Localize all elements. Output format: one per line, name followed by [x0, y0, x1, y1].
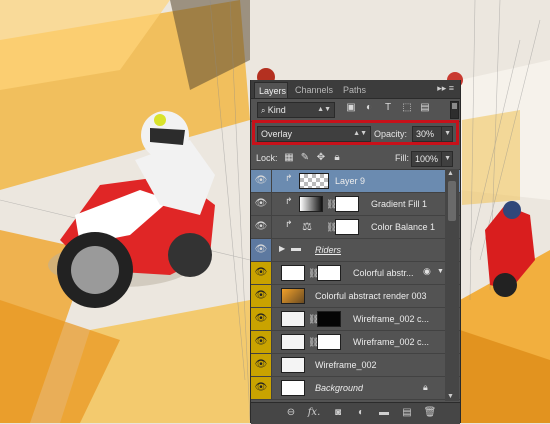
- trash-icon[interactable]: 🗑︎: [423, 407, 437, 419]
- filter-kind-dropdown[interactable]: ⌕ Kind ▲▼: [257, 102, 335, 118]
- smart-filter-icon: ◉: [423, 266, 431, 276]
- visibility-eye-icon[interactable]: 👁︎: [251, 262, 272, 284]
- lock-all-icon[interactable]: 🔒︎: [331, 152, 343, 164]
- layer-row-layer-9[interactable]: 👁︎ ↱ Layer 9: [251, 170, 460, 193]
- new-group-icon[interactable]: ▬: [377, 407, 391, 419]
- layer-row-color-balance[interactable]: 👁︎ ↱ ⚖︎ ⛓︎ Color Balance 1: [251, 216, 460, 239]
- visibility-eye-icon[interactable]: 👁︎: [251, 193, 272, 215]
- tab-channels[interactable]: Channels: [291, 82, 337, 98]
- layer-name: Background: [315, 383, 364, 393]
- visibility-eye-icon[interactable]: 👁︎: [251, 377, 272, 399]
- clipping-arrow-icon: ↱: [285, 173, 293, 183]
- layer-thumbnail: [281, 380, 305, 396]
- lock-label: Lock:: [256, 153, 278, 163]
- gradient-thumbnail: [299, 196, 323, 212]
- chevron-down-icon[interactable]: ▼: [437, 268, 444, 275]
- chevron-down-icon: ▼: [444, 155, 451, 162]
- smart-object-filter-icon[interactable]: ▤: [419, 102, 431, 114]
- add-mask-icon[interactable]: ◙: [331, 407, 345, 419]
- layer-row-colorful-abstract-smart[interactable]: 👁︎ ⛓︎ Colorful abstr... ◉ ▼: [251, 262, 460, 285]
- layer-row-wireframe-copy-2[interactable]: 👁︎ ⛓︎ Wireframe_002 c...: [251, 331, 460, 354]
- filter-toggle-switch[interactable]: [450, 101, 459, 119]
- lock-paint-icon[interactable]: ✎: [299, 152, 311, 164]
- layer-mask-thumbnail: [317, 311, 341, 327]
- type-filter-icon[interactable]: T: [382, 102, 394, 114]
- scroll-thumb[interactable]: [448, 181, 456, 221]
- search-icon: ⌕: [261, 106, 268, 115]
- fill-label: Fill:: [395, 153, 409, 163]
- layer-thumbnail: [281, 288, 305, 304]
- lock-icon: 🔒︎: [423, 382, 428, 392]
- layer-mask-thumbnail: [317, 334, 341, 350]
- visibility-eye-icon[interactable]: 👁︎: [251, 308, 272, 330]
- color-balance-icon: ⚖︎: [302, 221, 312, 233]
- pixel-filter-icon[interactable]: ▣: [345, 102, 357, 114]
- clipping-arrow-icon: ↱: [285, 219, 293, 229]
- highlight-annotation-box: [252, 120, 459, 145]
- visibility-eye-icon[interactable]: 👁︎: [251, 354, 272, 376]
- layer-row-wireframe-copy-1[interactable]: 👁︎ ⛓︎ Wireframe_002 c...: [251, 308, 460, 331]
- scroll-up-icon[interactable]: ▲: [447, 170, 454, 177]
- visibility-eye-icon[interactable]: 👁︎: [251, 285, 272, 307]
- expand-triangle-icon[interactable]: ▶: [279, 244, 285, 253]
- layer-name: Wireframe_002 c...: [353, 337, 430, 347]
- link-chain-icon[interactable]: ⛓︎: [326, 220, 337, 234]
- link-layers-icon[interactable]: ⊖: [284, 407, 298, 419]
- adjustment-filter-icon[interactable]: ◐: [363, 102, 375, 114]
- layer-row-wireframe[interactable]: 👁︎ Wireframe_002: [251, 354, 460, 377]
- layer-row-background[interactable]: 👁︎ Background 🔒︎: [251, 377, 460, 400]
- double-chevron-menu-icon[interactable]: ▸▸ ≡: [437, 83, 454, 94]
- visibility-eye-icon[interactable]: 👁︎: [251, 216, 272, 238]
- new-adjustment-icon[interactable]: ◐: [354, 407, 368, 419]
- layer-mask-thumbnail: [335, 219, 359, 235]
- layer-name: Gradient Fill 1: [371, 199, 428, 209]
- layer-name: Riders: [315, 245, 342, 255]
- folder-icon: ▬: [291, 243, 301, 254]
- layers-panel: Layers Channels Paths ▸▸ ≡ ⌕ Kind ▲▼ ▣ ◐…: [250, 80, 461, 424]
- layer-name: Colorful abstract render 003: [315, 291, 427, 301]
- tab-paths[interactable]: Paths: [339, 82, 371, 98]
- fill-slider-button[interactable]: ▼: [441, 151, 453, 167]
- layer-name: Wireframe_002 c...: [353, 314, 430, 324]
- layer-thumbnail: [281, 357, 305, 373]
- fx-icon[interactable]: fx.: [307, 407, 321, 419]
- tab-layers[interactable]: Layers: [254, 82, 288, 98]
- layer-thumbnail: [299, 173, 329, 189]
- panel-tab-bar: Layers Channels Paths ▸▸ ≡: [251, 80, 460, 99]
- layer-thumbnail: [281, 311, 305, 327]
- layer-name: Colorful abstr...: [353, 268, 414, 278]
- layer-thumbnail: [281, 265, 305, 281]
- dropdown-arrow-icon: ▲▼: [317, 106, 331, 113]
- layer-name: Wireframe_002: [315, 360, 377, 370]
- link-chain-icon[interactable]: ⛓︎: [308, 312, 319, 326]
- scroll-down-icon[interactable]: ▼: [447, 393, 454, 400]
- layer-mask-thumbnail: [335, 196, 359, 212]
- layer-name: Layer 9: [335, 176, 366, 186]
- fill-field[interactable]: 100%: [411, 151, 442, 167]
- layers-scrollbar[interactable]: ▲ ▼: [445, 169, 459, 401]
- layers-bottom-toolbar: ⊖ fx. ◙ ◐ ▬ ▤ 🗑︎: [251, 402, 460, 424]
- layer-name: Color Balance 1: [371, 222, 436, 232]
- layer-thumbnail: [281, 334, 305, 350]
- link-chain-icon[interactable]: ⛓︎: [326, 197, 337, 211]
- visibility-eye-icon[interactable]: 👁︎: [251, 170, 272, 192]
- new-layer-icon[interactable]: ▤: [400, 407, 414, 419]
- lock-position-icon[interactable]: ✥: [315, 152, 327, 164]
- layer-row-colorful-abstract-render[interactable]: 👁︎ Colorful abstract render 003: [251, 285, 460, 308]
- lock-transparent-icon[interactable]: ▦: [283, 152, 295, 164]
- filter-kind-label: Kind: [267, 105, 286, 115]
- visibility-eye-icon[interactable]: 👁︎: [251, 331, 272, 353]
- shape-filter-icon[interactable]: ⬚: [401, 102, 413, 114]
- visibility-eye-icon[interactable]: 👁︎: [251, 239, 272, 261]
- layer-row-gradient-fill[interactable]: 👁︎ ↱ ⛓︎ Gradient Fill 1: [251, 193, 460, 216]
- layer-row-riders-group[interactable]: 👁︎ ▶ ▬ Riders: [251, 239, 460, 262]
- clipping-arrow-icon: ↱: [285, 196, 293, 206]
- link-chain-icon[interactable]: ⛓︎: [308, 266, 319, 280]
- link-chain-icon[interactable]: ⛓︎: [308, 335, 319, 349]
- layer-mask-thumbnail: [317, 265, 341, 281]
